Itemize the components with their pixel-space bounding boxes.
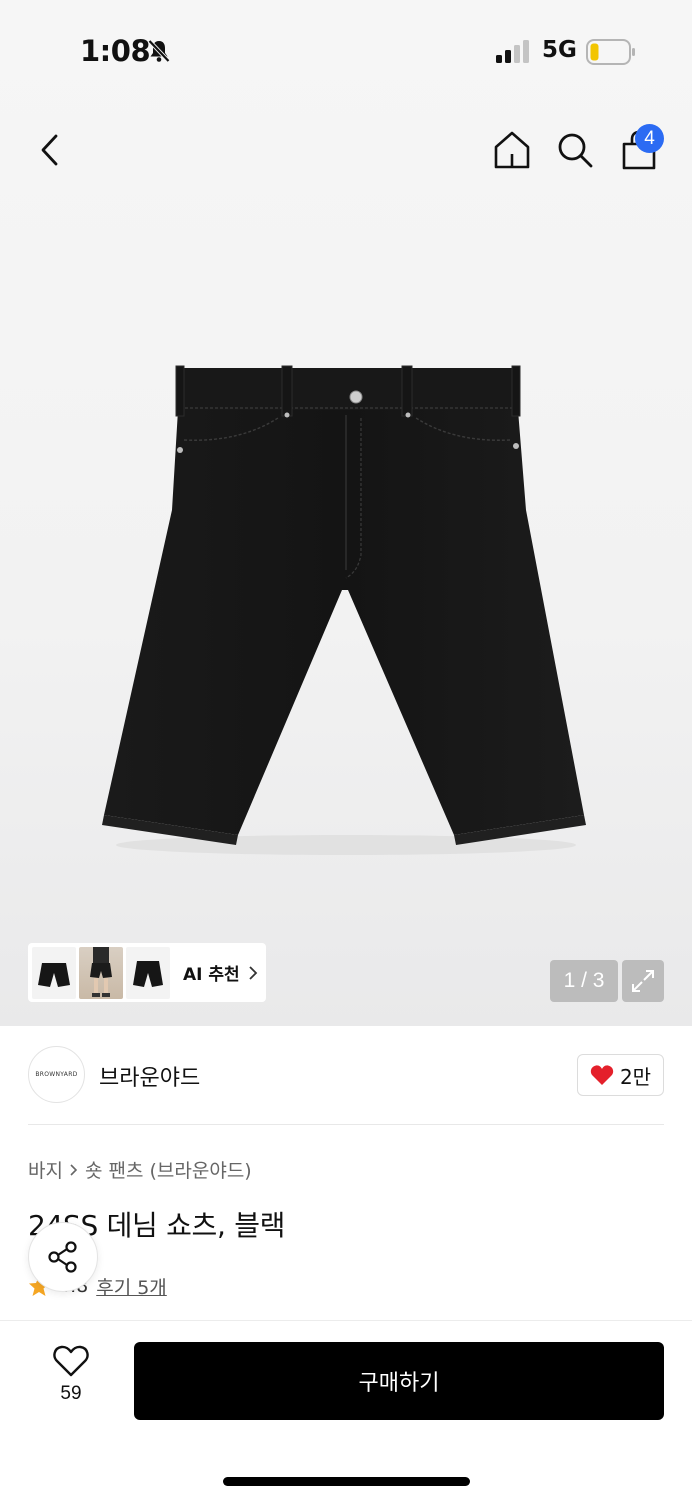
battery-low-icon bbox=[586, 39, 635, 65]
buy-button[interactable]: 구매하기 bbox=[134, 1342, 664, 1420]
chevron-right-icon bbox=[249, 965, 257, 980]
brand-logo[interactable]: BROWNYARD bbox=[28, 1046, 85, 1103]
cellular-signal-icon bbox=[496, 40, 529, 63]
status-time: 1:08 bbox=[80, 34, 151, 68]
wishlist-count: 59 bbox=[60, 1383, 82, 1404]
bell-muted-icon bbox=[148, 39, 170, 63]
search-button[interactable] bbox=[553, 128, 597, 172]
breadcrumb-category[interactable]: 바지 bbox=[28, 1156, 63, 1183]
ai-recommend-strip[interactable]: AI 추천 bbox=[28, 943, 266, 1002]
thumbnail-shorts-alt[interactable] bbox=[126, 946, 170, 999]
divider bbox=[28, 1124, 664, 1125]
brand-name[interactable]: 브라운야드 bbox=[99, 1060, 200, 1092]
home-button[interactable] bbox=[490, 128, 534, 172]
home-indicator bbox=[223, 1477, 470, 1486]
thumbnail-shorts[interactable] bbox=[32, 946, 76, 999]
status-bar: 1:08 5G bbox=[0, 0, 692, 100]
chevron-left-icon bbox=[41, 134, 58, 166]
expand-image-button[interactable] bbox=[622, 960, 664, 1002]
home-icon bbox=[494, 131, 530, 169]
breadcrumb-subcategory[interactable]: 숏 팬츠 (브라운야드) bbox=[85, 1156, 252, 1183]
heart-outline-icon bbox=[53, 1345, 89, 1377]
share-icon bbox=[48, 1241, 77, 1273]
model-thumbnail-icon bbox=[90, 946, 112, 997]
product-gallery[interactable]: 1:08 5G 4 AI 추천 1 / 3 bbox=[0, 0, 692, 1026]
thumbnail-model[interactable] bbox=[79, 946, 123, 999]
shorts-thumbnail-icon bbox=[38, 962, 70, 987]
chevron-right-icon bbox=[70, 1163, 78, 1176]
back-button[interactable] bbox=[28, 128, 72, 172]
share-button[interactable] bbox=[28, 1222, 98, 1292]
heart-filled-icon bbox=[590, 1065, 614, 1085]
search-icon bbox=[558, 133, 593, 168]
product-image-denim-shorts[interactable] bbox=[96, 360, 596, 860]
shorts-thumbnail-icon bbox=[133, 960, 163, 987]
breadcrumb: 바지 숏 팬츠 (브라운야드) bbox=[28, 1156, 252, 1183]
reviews-link[interactable]: 후기 5개 bbox=[96, 1273, 167, 1300]
bottom-action-bar: 59 구매하기 bbox=[0, 1320, 692, 1500]
brand-like-count: 2만 bbox=[619, 1064, 652, 1089]
ai-recommend-label: AI 추천 bbox=[183, 965, 240, 985]
brand-like-button[interactable]: 2만 bbox=[577, 1054, 664, 1096]
network-type: 5G bbox=[542, 37, 577, 63]
wishlist-button[interactable]: 59 bbox=[36, 1345, 106, 1415]
image-page-indicator: 1 / 3 bbox=[550, 960, 618, 1002]
expand-icon bbox=[632, 970, 654, 992]
cart-count-badge: 4 bbox=[635, 124, 664, 153]
top-nav bbox=[0, 118, 692, 182]
brand-row[interactable]: BROWNYARD 브라운야드 2만 bbox=[28, 1046, 664, 1106]
